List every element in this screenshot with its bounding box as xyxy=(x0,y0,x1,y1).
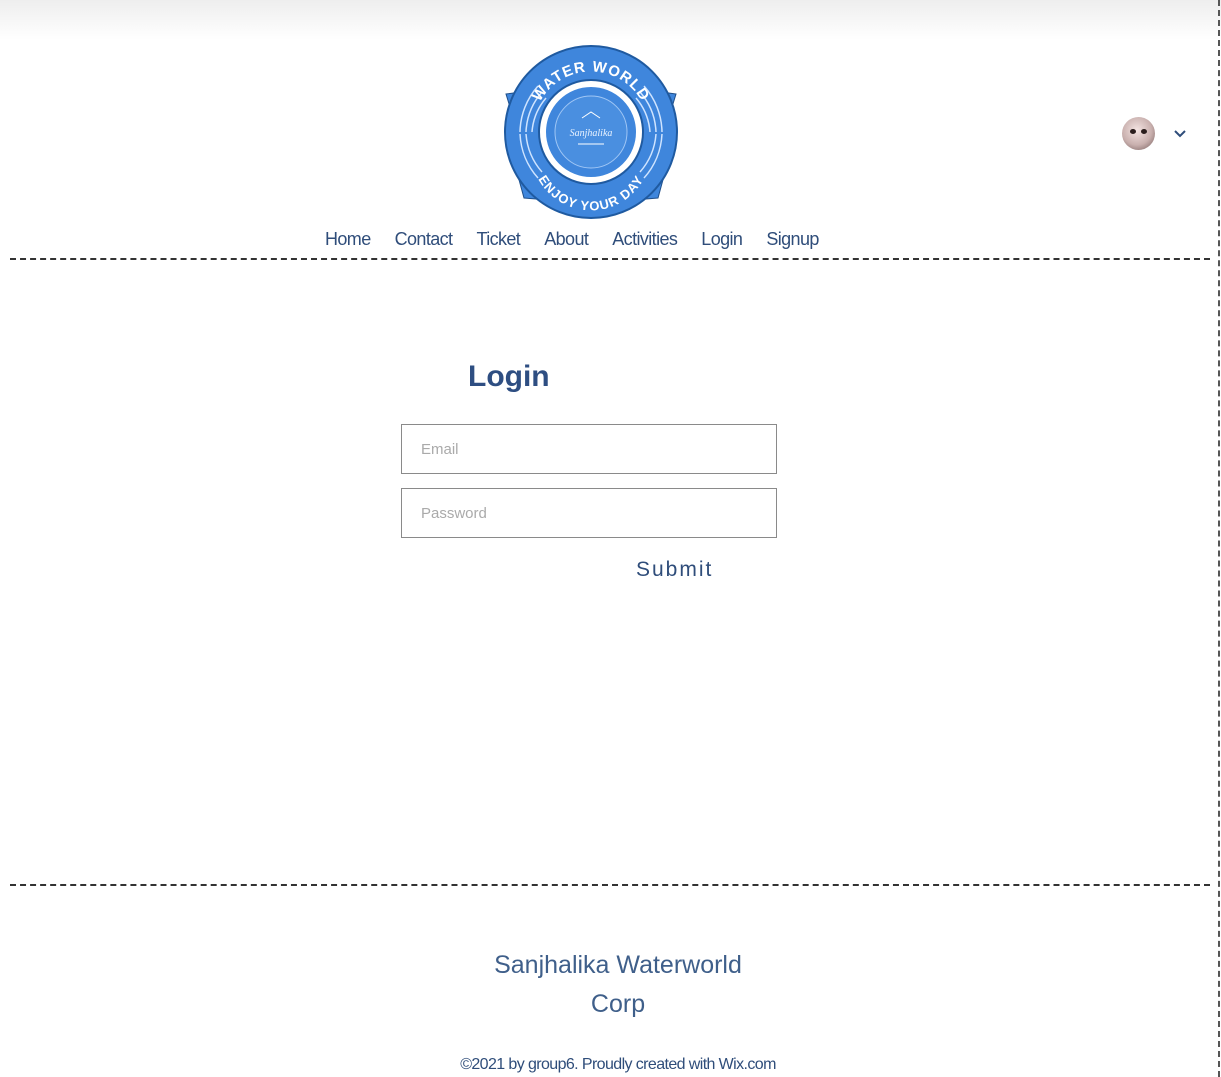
main-nav: Home Contact Ticket About Activities Log… xyxy=(325,229,819,250)
nav-contact[interactable]: Contact xyxy=(395,229,453,250)
footer-divider xyxy=(10,884,1210,886)
right-dashed-edge xyxy=(1218,0,1220,1077)
nav-signup[interactable]: Signup xyxy=(766,229,819,250)
nav-activities[interactable]: Activities xyxy=(612,229,678,250)
waterworld-logo[interactable]: WATER WORLD ENJOY YOUR DAY Sanjhalika xyxy=(498,44,684,220)
nav-login[interactable]: Login xyxy=(701,229,743,250)
footer-company-line2: Corp xyxy=(590,990,646,1018)
nav-home[interactable]: Home xyxy=(325,229,371,250)
header-shade xyxy=(0,0,1221,40)
nav-about[interactable]: About xyxy=(544,229,589,250)
footer-company-name: Sanjhalika Waterworld Corp xyxy=(0,946,1221,1024)
user-menu[interactable] xyxy=(1122,117,1187,150)
chevron-down-icon[interactable] xyxy=(1173,127,1187,141)
footer-company-line1: Sanjhalika Waterworld xyxy=(494,951,742,979)
nav-ticket[interactable]: Ticket xyxy=(476,229,520,250)
password-field[interactable] xyxy=(401,488,777,538)
login-title: Login xyxy=(468,360,550,393)
email-field[interactable] xyxy=(401,424,777,474)
submit-button[interactable]: Submit xyxy=(636,558,713,582)
footer-copyright: ©2021 by group6. Proudly created with Wi… xyxy=(460,1056,776,1073)
user-avatar-icon[interactable] xyxy=(1122,117,1155,150)
svg-text:Sanjhalika: Sanjhalika xyxy=(570,128,613,139)
header-divider xyxy=(10,258,1210,260)
